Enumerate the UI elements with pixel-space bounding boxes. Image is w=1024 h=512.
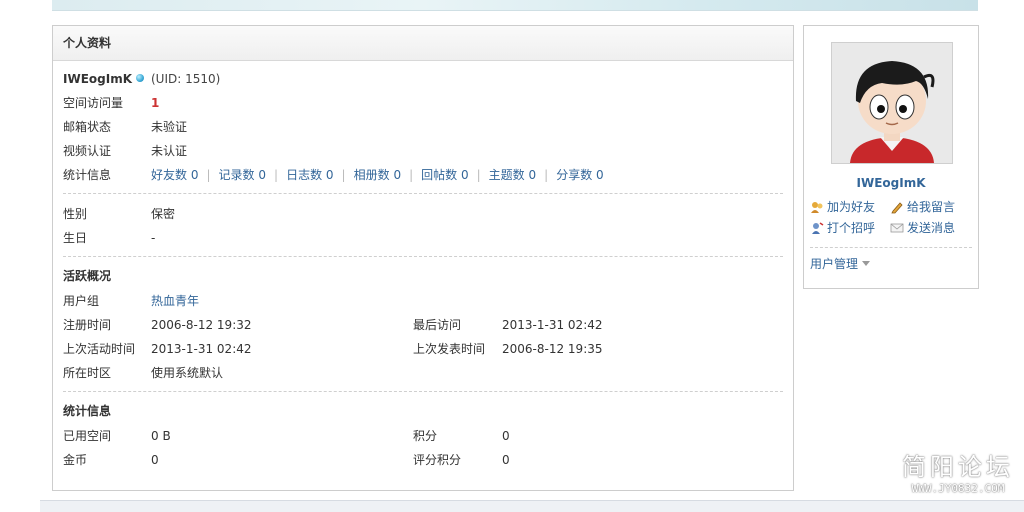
space-row: 已用空间 0 B 积分 0 [63,424,783,448]
group-label: 用户组 [63,294,100,308]
space-value: 0 B [151,429,171,443]
timezone-row: 所在时区 使用系统默认 [63,361,783,385]
last-post-value: 2006-8-12 19:35 [502,342,603,356]
gold-label: 金币 [63,453,88,467]
user-sidebar: IWEogImK 加为好友 给我留言 打个招呼 发送消息 用户管理 [803,25,979,289]
uid-text: (UID: 1510) [151,72,221,86]
points-label: 积分 [413,429,438,443]
stat-albums-link[interactable]: 相册数 0 [354,168,401,182]
stat-replies-link[interactable]: 回帖数 0 [421,168,468,182]
profile-username[interactable]: IWEogImK [63,72,132,86]
statistics-title: 统计信息 [63,404,112,418]
timezone-value: 使用系统默认 [151,366,224,380]
user-manage-dropdown[interactable]: 用户管理 [810,255,871,272]
stat-shares-link[interactable]: 分享数 0 [556,168,603,182]
gender-value: 保密 [151,207,176,221]
space-label: 已用空间 [63,429,112,443]
divider [63,256,783,257]
visits-label: 空间访问量 [63,96,124,110]
visits-row: 空间访问量 1 [63,91,783,115]
stat-records-link[interactable]: 记录数 0 [219,168,266,182]
birthday-row: 生日 - [63,226,783,250]
last-active-row: 上次活动时间 2013-1-31 02:42 上次发表时间 2006-8-12 … [63,337,783,361]
personal-section: 性别 保密 生日 - [53,194,793,250]
send-message-label: 发送消息 [907,221,956,235]
email-row: 邮箱状态 未验证 [63,115,783,139]
top-banner [52,0,978,11]
register-value: 2006-8-12 19:32 [151,318,252,332]
statistics-section: 统计信息 已用空间 0 B 积分 0 金币 0 评分积分 0 [53,398,793,472]
online-status-icon [136,74,144,82]
gold-value: 0 [151,453,159,467]
send-message-link[interactable]: 发送消息 [890,219,955,237]
activity-title: 活跃概况 [63,269,112,283]
activity-section: 活跃概况 用户组 热血青年 注册时间 2006-8-12 19:32 最后访问 … [53,263,793,385]
group-row: 用户组 热血青年 [63,289,783,313]
last-post-label: 上次发表时间 [413,342,486,356]
envelope-icon [890,223,904,233]
profile-basic-section: IWEogImK (UID: 1510) 空间访问量 1 邮箱状态 未验证 视频… [53,61,793,187]
timezone-label: 所在时区 [63,366,112,380]
watermark: 简阳论坛 WWW.JY0832.COM [896,452,1020,496]
visits-value: 1 [151,96,160,110]
last-visit-value: 2013-1-31 02:42 [502,318,603,332]
stats-links: 好友数 0 | 记录数 0 | 日志数 0 | 相册数 0 | 回帖数 0 | 主题数 0 | 分享数 … [151,168,604,182]
group-link[interactable]: 热血青年 [151,289,199,313]
stats-label: 统计信息 [63,168,112,182]
user-manage-label: 用户管理 [810,257,859,271]
rating-label: 评分积分 [413,453,462,467]
last-active-label: 上次活动时间 [63,342,136,356]
register-row: 注册时间 2006-8-12 19:32 最后访问 2013-1-31 02:4… [63,313,783,337]
email-label: 邮箱状态 [63,120,112,134]
watermark-title: 简阳论坛 [902,453,1014,481]
stat-threads-link[interactable]: 主题数 0 [489,168,536,182]
birthday-value: - [151,231,156,245]
add-friend-link[interactable]: 加为好友 [810,198,875,216]
divider [63,391,783,392]
sidebar-username[interactable]: IWEogImK [804,176,978,190]
sidebar-divider [810,247,972,248]
stat-blogs-link[interactable]: 日志数 0 [286,168,333,182]
footer-bar [40,500,1024,512]
video-label: 视频认证 [63,144,112,158]
avatar[interactable] [831,42,953,164]
video-value: 未认证 [151,144,188,158]
rating-value: 0 [502,453,510,467]
leave-message-label: 给我留言 [907,200,956,214]
chevron-down-icon [862,261,871,266]
greet-link[interactable]: 打个招呼 [810,219,875,237]
add-friend-label: 加为好友 [827,200,876,214]
pencil-icon [891,202,903,214]
greet-icon [812,222,824,234]
add-friend-icon [811,202,823,213]
username-line: IWEogImK [63,67,144,91]
avatar-cartoon-icon [832,43,952,163]
birthday-label: 生日 [63,231,88,245]
gender-row: 性别 保密 [63,202,783,226]
username-row: IWEogImK (UID: 1510) [63,67,783,91]
profile-panel: 个人资料 IWEogImK (UID: 1510) 空间访问量 1 邮箱状态 未… [52,25,794,491]
last-visit-label: 最后访问 [413,318,462,332]
register-label: 注册时间 [63,318,112,332]
panel-title: 个人资料 [53,26,793,61]
gender-label: 性别 [63,207,88,221]
watermark-url: WWW.JY0832.COM [911,482,1005,495]
last-active-value: 2013-1-31 02:42 [151,342,252,356]
leave-message-link[interactable]: 给我留言 [890,198,955,216]
stats-row: 统计信息 好友数 0 | 记录数 0 | 日志数 0 | 相册数 0 | 回帖数 0 | 主题数 0… [63,163,783,187]
points-value: 0 [502,429,510,443]
gold-row: 金币 0 评分积分 0 [63,448,783,472]
stat-friends-link[interactable]: 好友数 0 [151,168,198,182]
video-row: 视频认证 未认证 [63,139,783,163]
greet-label: 打个招呼 [827,221,876,235]
email-value: 未验证 [151,120,188,134]
